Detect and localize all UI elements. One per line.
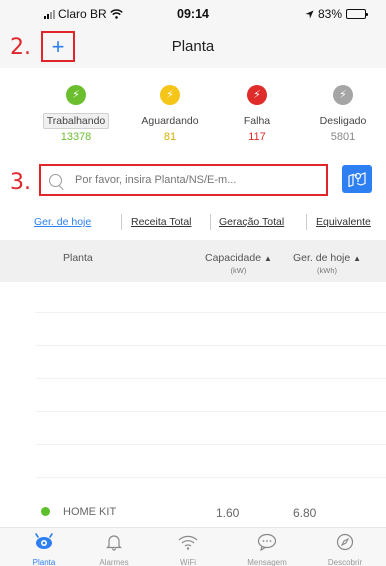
- callout-label-add: 2.: [10, 35, 31, 60]
- lightning-icon: ⚡︎: [333, 85, 353, 105]
- map-button[interactable]: [342, 165, 372, 193]
- lightning-icon: ⚡︎: [160, 85, 180, 105]
- tab-alarms[interactable]: Alarmes: [84, 528, 144, 566]
- stat-offline[interactable]: ⚡︎ Desligado 5801: [303, 80, 383, 143]
- stat-fault[interactable]: ⚡︎ Falha 117: [217, 80, 297, 143]
- tab-label: Planta: [32, 558, 56, 566]
- tab-total-generation[interactable]: Geração Total: [219, 216, 284, 228]
- bottom-tab-bar: Planta Alarmes WiFi Mensagem Descobrir: [0, 527, 386, 566]
- plus-icon: +: [51, 33, 65, 59]
- stat-count: 81: [163, 131, 177, 143]
- tab-equivalent[interactable]: Equivalente: [316, 216, 371, 228]
- search-box[interactable]: [39, 164, 328, 196]
- tab-today-generation[interactable]: Ger. de hoje: [34, 216, 91, 228]
- table-header: Planta Capacidade ▲︎ (kW) Ger. de hoje ▲…: [0, 240, 386, 282]
- stat-waiting[interactable]: ⚡︎ Aguardando 81: [130, 80, 210, 143]
- tab-message[interactable]: Mensagem: [237, 528, 297, 566]
- tab-plant[interactable]: Planta: [14, 528, 74, 566]
- tab-discover[interactable]: Descobrir: [315, 528, 375, 566]
- map-pin-icon: [348, 172, 366, 187]
- tab-divider: [306, 214, 307, 230]
- column-today-generation[interactable]: Ger. de hoje ▲︎ (kWh): [293, 252, 361, 275]
- stat-count: 117: [248, 131, 266, 143]
- tab-label: Alarmes: [99, 558, 129, 566]
- sort-icon: ▲︎: [263, 254, 272, 263]
- column-plant: Planta: [63, 252, 93, 264]
- stat-working[interactable]: ⚡︎ Trabalhando 13378: [36, 80, 116, 143]
- tab-label: Descobrir: [327, 558, 363, 566]
- stat-label: Desligado: [319, 115, 367, 127]
- column-capacity[interactable]: Capacidade ▲︎ (kW): [205, 252, 272, 275]
- stat-label: Falha: [243, 115, 271, 127]
- stat-label: Trabalhando: [42, 113, 110, 129]
- stat-count: 13378: [60, 131, 92, 143]
- row-divider: [35, 444, 386, 445]
- message-icon: [257, 533, 277, 551]
- lightning-icon: ⚡︎: [247, 85, 267, 105]
- table-row[interactable]: HOME KIT 1.60 6.80: [0, 497, 386, 527]
- sort-icon: ▲︎: [353, 254, 362, 263]
- tab-total-revenue[interactable]: Receita Total: [131, 216, 192, 228]
- battery-percent: 83%: [317, 7, 342, 21]
- status-summary: ⚡︎ Trabalhando 13378 ⚡︎ Aguardando 81 ⚡︎…: [0, 80, 386, 148]
- nav-bar: Planta +: [0, 26, 386, 68]
- lightning-icon: ⚡︎: [66, 85, 86, 105]
- plant-capacity: 1.60: [216, 506, 240, 520]
- table-body: [0, 282, 386, 497]
- stat-count: 5801: [330, 131, 356, 143]
- tab-label: Mensagem: [247, 558, 287, 566]
- tab-label: WiFi: [180, 558, 196, 566]
- column-today-label: Ger. de hoje: [293, 252, 351, 264]
- tab-wifi[interactable]: WiFi: [158, 528, 218, 566]
- sort-tabs: Ger. de hoje Receita Total Geração Total…: [0, 214, 386, 238]
- tab-divider: [121, 214, 122, 230]
- bell-icon: [106, 535, 122, 551]
- status-bar: Claro BR 09:14 83%: [0, 0, 386, 26]
- tab-divider: [210, 214, 211, 230]
- row-divider: [35, 345, 386, 346]
- battery-icon: [346, 9, 368, 19]
- row-divider: [35, 312, 386, 313]
- add-plant-button[interactable]: +: [41, 31, 75, 62]
- row-divider: [35, 477, 386, 478]
- location-arrow-icon: [305, 9, 314, 19]
- row-divider: [35, 378, 386, 379]
- row-divider: [35, 411, 386, 412]
- plant-name: HOME KIT: [63, 506, 117, 518]
- column-today-unit: (kWh): [317, 266, 338, 275]
- plant-today-generation: 6.80: [293, 506, 317, 520]
- search-row: [0, 160, 386, 200]
- plant-eye-icon: [35, 533, 53, 549]
- search-icon: [49, 173, 62, 187]
- column-capacity-unit: (kW): [230, 266, 247, 275]
- wifi-icon: [178, 535, 198, 550]
- status-dot: [41, 507, 50, 516]
- compass-icon: [336, 533, 354, 551]
- status-right: 83%: [305, 7, 368, 21]
- column-capacity-label: Capacidade: [205, 252, 262, 264]
- stat-label: Aguardando: [141, 115, 199, 127]
- search-input[interactable]: [75, 174, 305, 186]
